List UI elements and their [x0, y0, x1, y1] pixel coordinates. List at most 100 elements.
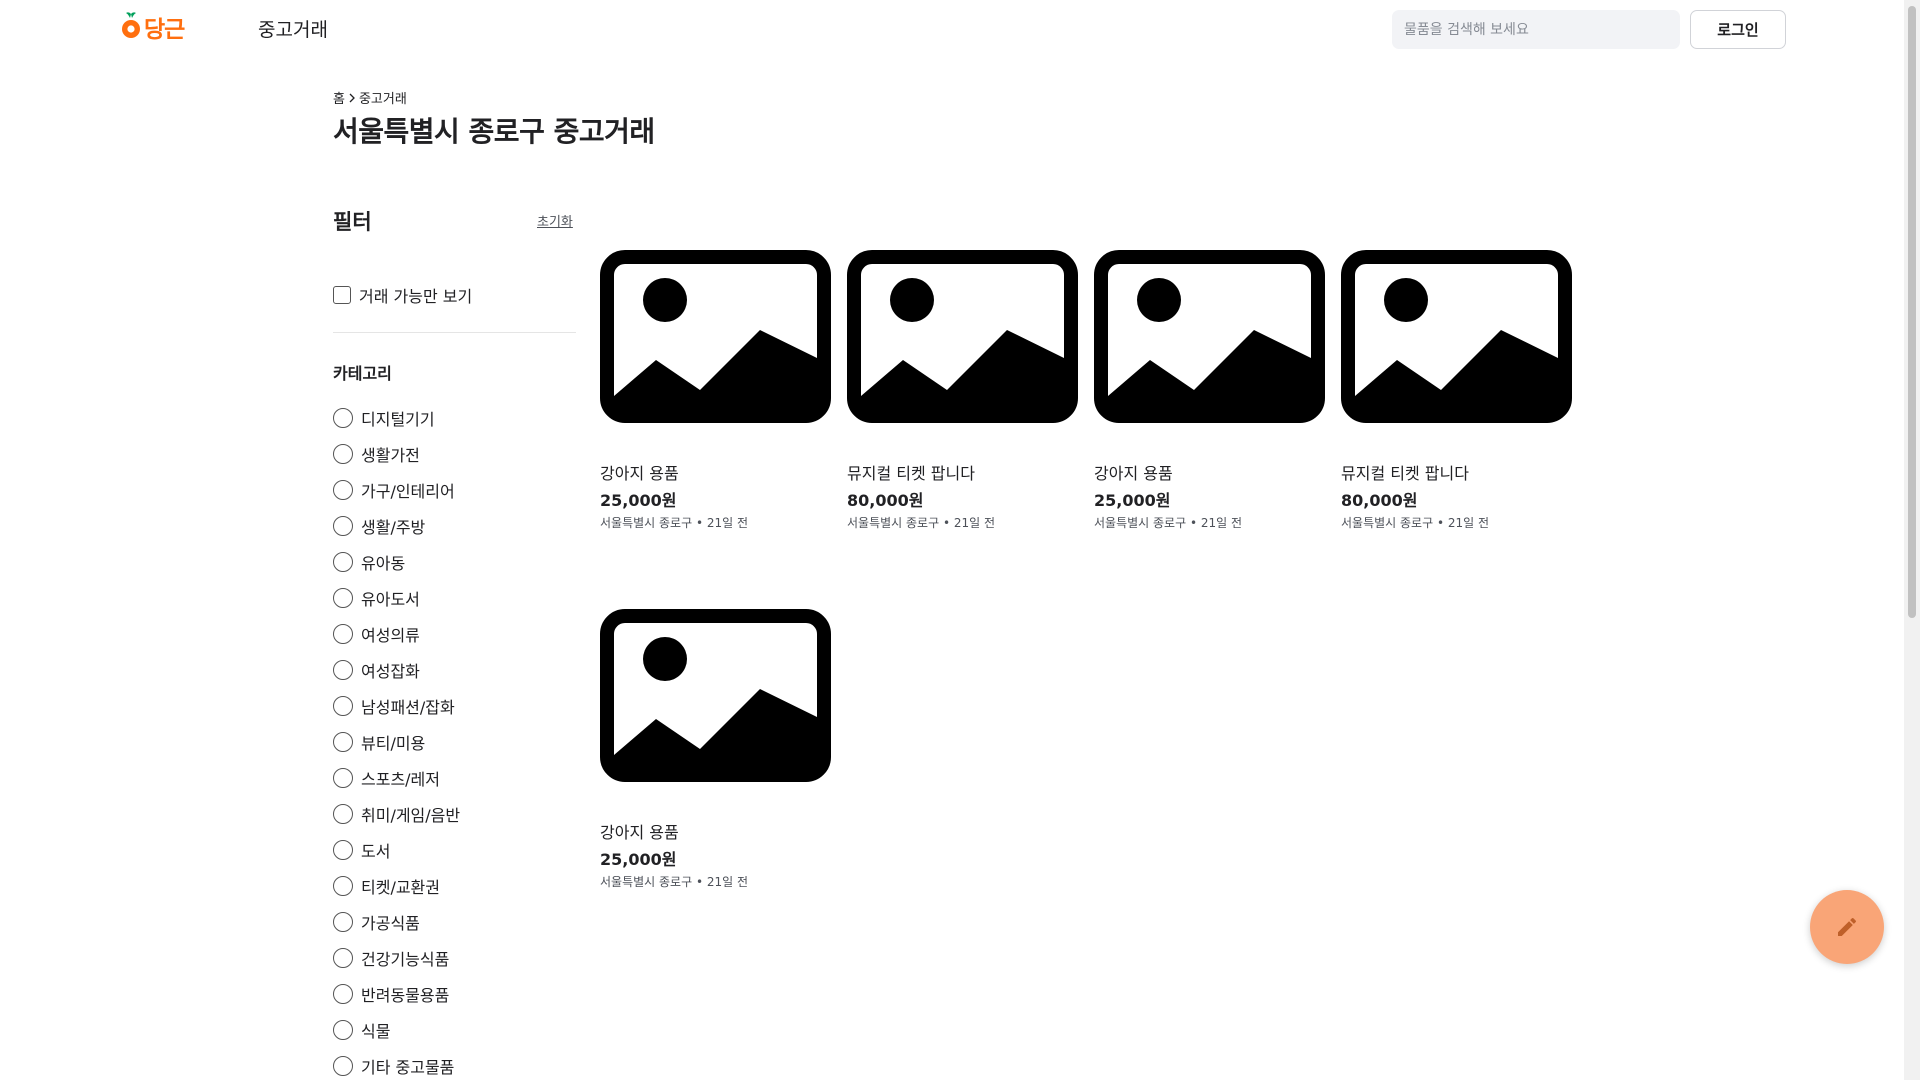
category-item[interactable]: 여성잡화: [333, 652, 460, 688]
product-meta: 서울특별시 종로구 • 21일 전: [600, 514, 748, 531]
category-radio[interactable]: [333, 732, 353, 752]
product-title: 강아지 용품: [600, 464, 679, 483]
product-card[interactable]: 강아지 용품 25,000원 서울특별시 종로구 • 21일 전: [1094, 250, 1325, 530]
category-radio[interactable]: [333, 912, 353, 932]
logo-text: 당근: [144, 17, 185, 43]
product-card[interactable]: 강아지 용품 25,000원서울특별시 종로구 • 21일 전: [600, 250, 831, 530]
category-item[interactable]: 스포츠/레저: [333, 760, 460, 796]
product-time: 21일 전: [1200, 516, 1243, 530]
category-label: 생활가전: [361, 446, 420, 465]
daangn-logo[interactable]: 당근: [120, 10, 185, 44]
category-item[interactable]: 여성의류: [333, 616, 460, 652]
search-input[interactable]: [1392, 10, 1680, 49]
category-label: 취미/게임/음반: [361, 806, 461, 825]
category-item[interactable]: 도서: [333, 832, 460, 868]
breadcrumb-current[interactable]: 중고거래: [359, 88, 407, 107]
category-radio[interactable]: [333, 516, 353, 536]
image-placeholder-icon: [600, 609, 831, 782]
product-title: 뮤지컬 티켓 팝니다: [847, 464, 975, 483]
image-placeholder-icon: [1341, 250, 1572, 423]
category-label: 반려동물용품: [361, 986, 450, 1005]
category-radio[interactable]: [333, 480, 353, 500]
chevron-right-icon: [349, 93, 355, 102]
write-post-button[interactable]: [1810, 890, 1884, 964]
available-only-checkbox[interactable]: [333, 286, 351, 304]
product-price: 80,000원: [1341, 491, 1418, 510]
category-label: 스포츠/레저: [361, 770, 440, 789]
category-radio[interactable]: [333, 1020, 353, 1040]
product-title: 뮤지컬 티켓 팝니다: [1341, 464, 1469, 483]
category-label: 가공식품: [361, 914, 420, 933]
login-button[interactable]: 로그인: [1690, 10, 1786, 49]
scrollbar-thumb[interactable]: [1908, 6, 1916, 618]
reset-filter-link[interactable]: 초기화: [537, 211, 573, 230]
available-only-filter[interactable]: 거래 가능만 보기: [333, 283, 472, 307]
product-time: 21일 전: [953, 516, 996, 530]
product-meta: 서울특별시 종로구 • 21일 전: [847, 514, 995, 531]
category-item[interactable]: 가구/인테리어: [333, 472, 460, 508]
product-title: 강아지 용품: [600, 823, 679, 842]
image-placeholder-icon: [847, 250, 1078, 423]
product-card[interactable]: 강아지 용품 25,000원 서울특별시 종로구 • 21일 전: [600, 609, 831, 889]
category-label: 디지털기기: [361, 410, 435, 429]
category-radio[interactable]: [333, 444, 353, 464]
category-radio[interactable]: [333, 552, 353, 572]
category-label: 생활/주방: [361, 518, 426, 537]
breadcrumb: 홈 중고거래: [333, 88, 407, 107]
product-location: 서울특별시 종로구: [600, 516, 693, 530]
category-item[interactable]: 남성패션/잡화: [333, 688, 460, 724]
meta-separator: •: [692, 516, 707, 530]
category-item[interactable]: 디지털기기: [333, 400, 460, 436]
category-label: 식물: [361, 1022, 391, 1041]
category-radio[interactable]: [333, 660, 353, 680]
category-list: 디지털기기생활가전가구/인테리어생활/주방유아동유아도서 여성의류 여성잡화 남성패션…: [333, 400, 460, 1084]
scrollbar[interactable]: [1904, 0, 1920, 1080]
category-item[interactable]: 취미/게임/음반: [333, 796, 460, 832]
category-radio[interactable]: [333, 840, 353, 860]
top-header: 당근 중고거래 로그인: [0, 0, 1904, 58]
filter-divider: [333, 332, 576, 333]
product-price: 25,000원: [600, 491, 677, 510]
category-item[interactable]: 건강기능식품: [333, 940, 460, 976]
product-meta: 서울특별시 종로구 • 21일 전: [1094, 514, 1242, 531]
category-item[interactable]: 반려동물용품: [333, 976, 460, 1012]
breadcrumb-home[interactable]: 홈: [333, 88, 345, 107]
category-label: 가구/인테리어: [361, 482, 455, 501]
category-radio[interactable]: [333, 624, 353, 644]
product-card[interactable]: 뮤지컬 티켓 팝니다 80,000원 서울특별시 종로구 • 21일 전: [847, 250, 1078, 530]
meta-separator: •: [692, 875, 707, 889]
meta-separator: •: [1186, 516, 1201, 530]
category-radio[interactable]: [333, 948, 353, 968]
category-item[interactable]: 생활가전: [333, 436, 460, 472]
meta-separator: •: [1433, 516, 1448, 530]
category-label: 건강기능식품: [361, 950, 450, 969]
category-item[interactable]: 유아동: [333, 544, 460, 580]
product-meta: 서울특별시 종로구 • 21일 전: [1341, 514, 1489, 531]
category-radio[interactable]: [333, 1056, 353, 1076]
category-item[interactable]: 식물: [333, 1012, 460, 1048]
category-radio[interactable]: [333, 588, 353, 608]
carrot-icon: [122, 12, 140, 38]
product-card[interactable]: 뮤지컬 티켓 팝니다 80,000원서울특별시 종로구 • 21일 전: [1341, 250, 1572, 530]
category-label: 유아동: [361, 554, 406, 573]
category-radio[interactable]: [333, 768, 353, 788]
filter-title: 필터: [333, 210, 372, 234]
category-item[interactable]: 티켓/교환권: [333, 868, 460, 904]
category-title: 카테고리: [333, 364, 392, 383]
category-radio[interactable]: [333, 804, 353, 824]
nav-used-trade[interactable]: 중고거래: [258, 15, 328, 42]
category-item[interactable]: 유아도서: [333, 580, 460, 616]
category-radio[interactable]: [333, 876, 353, 896]
image-placeholder-icon: [600, 250, 831, 423]
product-time: 21일 전: [1447, 516, 1490, 530]
product-title: 강아지 용품: [1094, 464, 1173, 483]
category-item[interactable]: 생활/주방: [333, 508, 460, 544]
category-item[interactable]: 기타 중고물품: [333, 1048, 460, 1084]
category-item[interactable]: 가공식품: [333, 904, 460, 940]
category-radio[interactable]: [333, 408, 353, 428]
category-radio[interactable]: [333, 696, 353, 716]
category-item[interactable]: 뷰티/미용: [333, 724, 460, 760]
product-location: 서울특별시 종로구: [1094, 516, 1187, 530]
category-label: 티켓/교환권: [361, 878, 440, 897]
category-radio[interactable]: [333, 984, 353, 1004]
